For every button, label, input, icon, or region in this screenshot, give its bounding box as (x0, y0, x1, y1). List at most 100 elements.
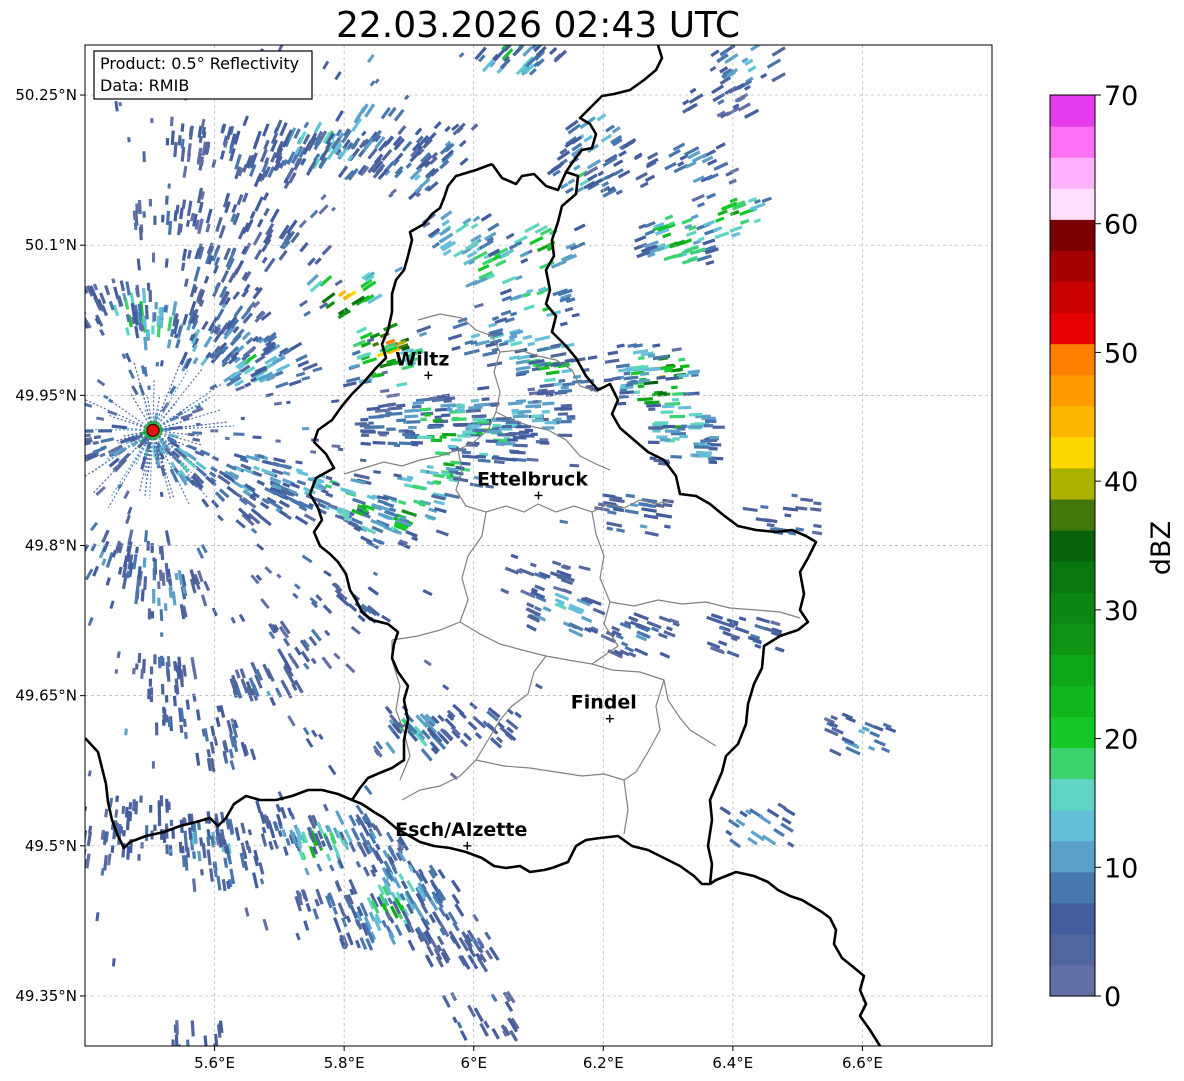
echo-gate (154, 722, 159, 736)
echo-gate (672, 437, 680, 441)
echo-gate (754, 13, 763, 21)
echo-gate (806, 15, 816, 23)
echo-gate (160, 683, 165, 695)
echo-gate (137, 652, 142, 664)
echo-gate (501, 424, 512, 429)
echo-gate (424, 413, 432, 417)
echo-gate (148, 199, 153, 207)
echo-gate (708, 447, 718, 451)
colorbar-swatch (1050, 778, 1095, 811)
colorbar-swatch (1050, 933, 1095, 966)
echo-gate (799, 10, 809, 18)
echo-gate (181, 1056, 185, 1069)
lon-tick-label: 5.8°E (324, 1054, 365, 1072)
colorbar-swatch (1050, 840, 1095, 873)
echo-gate (670, 454, 682, 459)
echo-gate (500, 441, 515, 446)
echo-gate (744, 10, 758, 21)
echo-gate (140, 842, 144, 849)
echo-gate (153, 312, 157, 322)
echo-gate (698, 454, 712, 458)
radar-map-figure: 22.03.2026 02:43 UTC WiltzEttelbruckFind… (15, 5, 1177, 1072)
echo-gate (360, 441, 371, 446)
echo-gate (174, 1034, 179, 1046)
echo-gate (447, 444, 457, 449)
colorbar-swatch (1050, 126, 1095, 158)
echo-gate (147, 608, 152, 620)
echo-gate (139, 795, 143, 803)
echo-gate (740, 28, 750, 36)
echo-gate (165, 798, 169, 813)
echo-gate (171, 1039, 175, 1046)
echo-gate (544, 420, 557, 425)
echo-gate (457, 434, 472, 438)
echo-gate (152, 557, 156, 562)
echo-gate (662, 404, 675, 409)
colorbar-swatch (1050, 436, 1095, 469)
echo-gate (167, 183, 171, 189)
colorbar-tick-label: 40 (1104, 467, 1138, 498)
echo-gate (517, 411, 525, 415)
echo-gate (378, 413, 391, 418)
lat-tick-label: 49.65°N (15, 687, 77, 705)
echo-gate (454, 423, 469, 427)
echo-gate (505, 432, 516, 437)
echo-gate (457, 408, 465, 413)
echo-gate (518, 430, 530, 434)
echo-gate (678, 405, 692, 410)
echo-gate (137, 854, 141, 861)
echo-gate (240, 416, 245, 421)
echo-gate (186, 1039, 190, 1046)
echo-gate (662, 424, 675, 429)
echo-gate (492, 423, 501, 428)
echo-gate (169, 116, 174, 127)
echo-gate (142, 557, 147, 568)
echo-gate (118, 101, 122, 107)
echo-gate (539, 441, 550, 445)
echo-gate (648, 426, 659, 430)
lat-tick-label: 49.95°N (15, 386, 77, 404)
echo-gate (539, 438, 549, 442)
echo-gate (693, 445, 710, 449)
colorbar-label: dBZ (1146, 521, 1177, 575)
city-label: Findel (571, 692, 637, 714)
colorbar-swatches (1050, 95, 1095, 997)
lon-tick-label: 6.4°E (712, 1054, 753, 1072)
colorbar-swatch (1050, 529, 1095, 562)
colorbar-swatch (1050, 498, 1095, 531)
echo-gate (368, 425, 385, 429)
echo-gate (146, 330, 151, 338)
echo-gate (467, 424, 481, 428)
echo-gate (530, 414, 540, 419)
colorbar-swatch (1050, 188, 1095, 220)
echo-gate (406, 420, 421, 424)
colorbar-tick-label: 10 (1104, 853, 1138, 884)
echo-gate (797, 16, 811, 27)
echo-gate (190, 1054, 194, 1061)
colorbar-swatch (1050, 716, 1095, 749)
echo-gate (758, 28, 766, 35)
echo-gate (155, 361, 159, 367)
echo-gate (472, 428, 487, 433)
echo-gate (512, 414, 529, 419)
echo-gate (275, 439, 281, 443)
echo-gate (441, 413, 451, 418)
echo-gate (149, 666, 154, 675)
colorbar-swatch (1050, 312, 1095, 345)
echo-gate (451, 417, 467, 422)
echo-gate (115, 795, 120, 803)
echo-gate (153, 215, 157, 225)
echo-gate (85, 535, 86, 549)
echo-gate (147, 385, 151, 391)
echo-gate (142, 211, 146, 218)
echo-gate (128, 802, 133, 810)
echo-gate (619, 388, 628, 393)
echo-gate (696, 450, 713, 455)
echo-gate (159, 655, 164, 664)
echo-gate (434, 415, 442, 420)
echo-gate (430, 438, 442, 443)
lat-tick-label: 50.25°N (15, 86, 77, 104)
colorbar-tick-label: 0 (1104, 982, 1121, 1013)
echo-gate (301, 427, 310, 431)
echo-gate (77, 836, 82, 848)
